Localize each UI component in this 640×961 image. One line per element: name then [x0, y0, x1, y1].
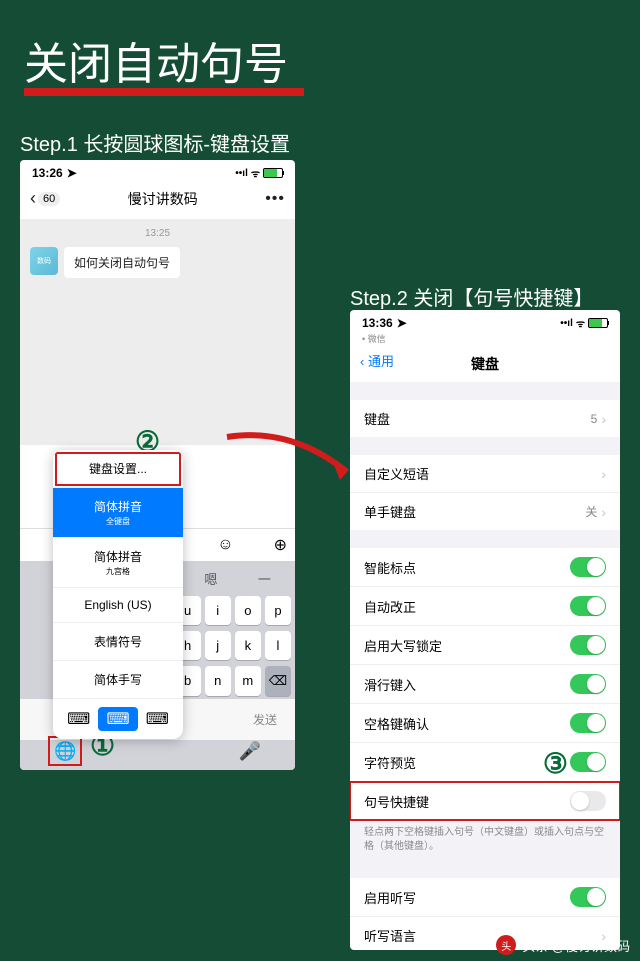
key[interactable]: o	[235, 596, 261, 625]
battery-icon	[588, 318, 608, 328]
annotation-3: ③	[543, 747, 568, 780]
send-button[interactable]: 发送	[243, 707, 287, 732]
step1-label: Step.1 长按圆球图标-键盘设置	[20, 128, 290, 157]
key[interactable]: l	[265, 631, 291, 660]
keyboard-option[interactable]: 简体手写	[53, 661, 183, 699]
wifi-icon: ᯤ	[576, 316, 585, 330]
message-bubble: 如何关闭自动句号	[64, 247, 180, 278]
chat-header: ‹ 60 慢讨讲数码 •••	[20, 182, 295, 220]
keyboard-option[interactable]: 表情符号	[53, 623, 183, 661]
key[interactable]: j	[205, 631, 231, 660]
key[interactable]: i	[205, 596, 231, 625]
keyboard-option-selected[interactable]: 简体拼音 全键盘	[53, 488, 183, 538]
key[interactable]: n	[205, 666, 231, 696]
char-preview-cell[interactable]: 字符预览	[350, 743, 620, 782]
emoji-icon[interactable]: ☺	[217, 536, 233, 554]
kb-mode-left[interactable]: ⌨	[59, 707, 98, 731]
toggle[interactable]	[570, 887, 606, 907]
keyboard-option[interactable]: 简体拼音 九宫格	[53, 538, 183, 588]
chevron-icon: ›	[601, 411, 606, 427]
signal-icon: ••ıl	[235, 168, 248, 179]
delete-key[interactable]: ⌫	[265, 666, 291, 696]
phone2-screenshot: 13:36➤ ••ılᯤ • 微信 ‹ 通用 键盘 键盘5› 自定义短语› 单手…	[350, 310, 620, 950]
mic-icon[interactable]: 🎤	[239, 741, 261, 762]
message-timestamp: 13:25	[20, 228, 295, 239]
step2-label: Step.2 关闭【句号快捷键】	[350, 282, 593, 311]
chevron-icon: ›	[601, 466, 606, 482]
slide-cell[interactable]: 滑行键入	[350, 665, 620, 704]
status-time: 13:26	[32, 166, 63, 180]
carrier-label: • 微信	[350, 332, 620, 345]
avatar[interactable]: 数码	[30, 247, 58, 275]
toggle[interactable]	[570, 635, 606, 655]
toggle[interactable]	[570, 557, 606, 577]
chat-title: 慢讨讲数码	[60, 189, 265, 209]
kb-mode-right[interactable]: ⌨	[138, 707, 177, 731]
globe-highlight	[48, 736, 82, 766]
unread-badge: 60	[38, 192, 60, 206]
keyboard-option[interactable]: English (US)	[53, 588, 183, 623]
toggle[interactable]	[570, 596, 606, 616]
suggestion[interactable]: 一	[238, 569, 291, 585]
status-bar: 13:36 ➤ ••ılᯤ	[350, 310, 620, 332]
period-hint: 轻点两下空格键插入句号（中文键盘）或插入句点与空格（其他键盘）。	[350, 820, 620, 860]
watermark: 头 头条 @慢讨讲数码	[496, 935, 630, 955]
plus-icon[interactable]: ⊕	[274, 535, 287, 555]
page-title: 关闭自动句号	[24, 28, 288, 92]
key[interactable]: k	[235, 631, 261, 660]
keyboard-switcher-popup: 键盘设置... 简体拼音 全键盘 简体拼音 九宫格 English (US) 表…	[53, 450, 183, 739]
back-button[interactable]: ‹	[30, 188, 36, 209]
toutiao-icon: 头	[496, 935, 516, 955]
phone1-screenshot: 13:26 ➤ ••ılᯤ ‹ 60 慢讨讲数码 ••• 13:25 数码 如何关…	[20, 160, 295, 770]
space-confirm-cell[interactable]: 空格键确认	[350, 704, 620, 743]
phrases-cell[interactable]: 自定义短语›	[350, 455, 620, 493]
capslock-cell[interactable]: 启用大写锁定	[350, 626, 620, 665]
kb-opt-sub: 九宫格	[53, 566, 183, 577]
settings-body: 键盘5› 自定义短语› 单手键盘关› 智能标点 自动改正 启用大写锁定 滑行键入…	[350, 382, 620, 942]
toggle[interactable]	[570, 674, 606, 694]
location-icon: ➤	[397, 316, 407, 330]
kb-opt-label: 简体拼音	[94, 550, 142, 564]
kb-opt-label: 简体拼音	[94, 500, 142, 514]
title-underline	[24, 88, 304, 96]
kb-opt-sub: 全键盘	[53, 516, 183, 527]
toggle[interactable]	[570, 713, 606, 733]
toggle[interactable]	[570, 752, 606, 772]
keyboards-cell[interactable]: 键盘5›	[350, 400, 620, 437]
onehand-cell[interactable]: 单手键盘关›	[350, 493, 620, 530]
battery-icon	[263, 168, 283, 178]
kb-mode-full[interactable]: ⌨	[98, 707, 137, 731]
more-icon[interactable]: •••	[265, 190, 285, 208]
period-shortcut-cell[interactable]: 句号快捷键	[350, 782, 620, 820]
keyboard-mode-row: ⌨ ⌨ ⌨	[53, 699, 183, 739]
toggle[interactable]	[570, 791, 606, 811]
suggestion[interactable]: 嗯	[184, 569, 237, 585]
status-bar: 13:26 ➤ ••ılᯤ	[20, 160, 295, 182]
dictation-cell[interactable]: 启用听写	[350, 878, 620, 917]
chat-body: 13:25 数码 如何关闭自动句号	[20, 220, 295, 445]
key[interactable]: p	[265, 596, 291, 625]
location-icon: ➤	[67, 166, 77, 180]
chevron-icon: ›	[601, 504, 606, 520]
message-row: 数码 如何关闭自动句号	[20, 239, 295, 286]
smart-punct-cell[interactable]: 智能标点	[350, 548, 620, 587]
status-time: 13:36	[362, 316, 393, 330]
wifi-icon: ᯤ	[251, 166, 260, 180]
autocorrect-cell[interactable]: 自动改正	[350, 587, 620, 626]
keyboard-settings-item[interactable]: 键盘设置...	[53, 450, 183, 488]
signal-icon: ••ıl	[560, 318, 573, 329]
key[interactable]: m	[235, 666, 261, 696]
